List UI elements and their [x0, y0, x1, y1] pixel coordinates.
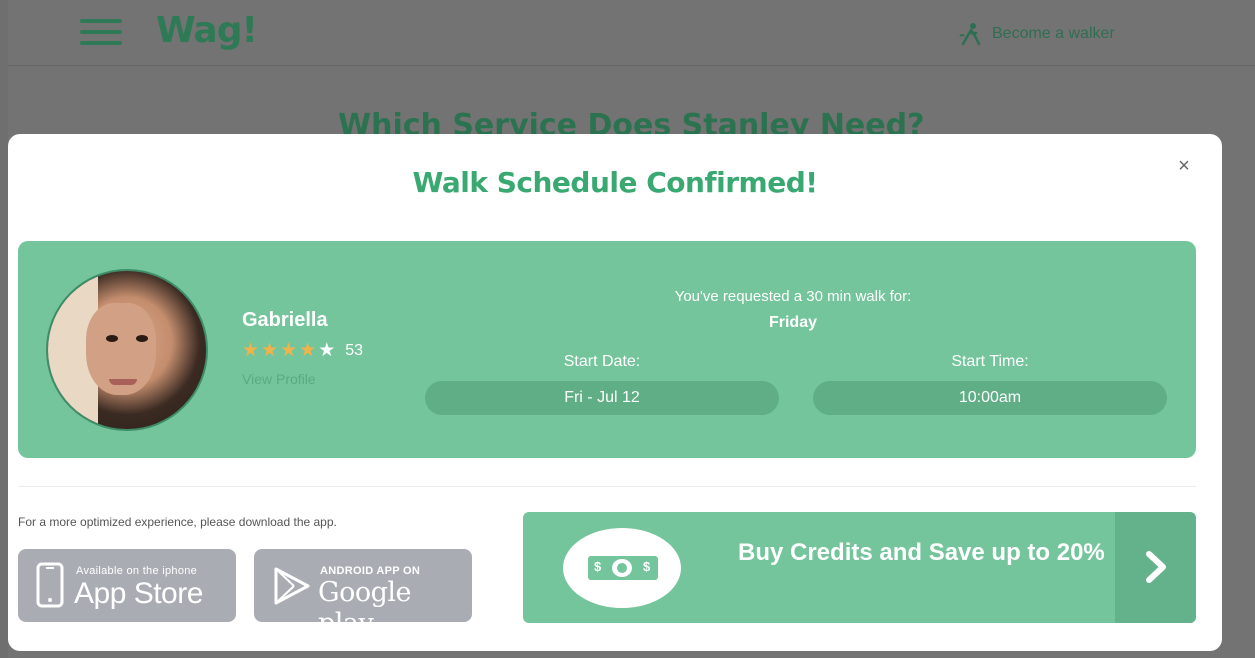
app-store-button[interactable]: Available on the iphone App Store	[18, 549, 236, 622]
star-icon: ★	[242, 340, 260, 361]
star-icon: ★	[261, 340, 279, 361]
google-play-big-text: Google play	[318, 577, 411, 639]
app-store-small-text: Available on the iphone	[76, 565, 198, 577]
modal-title: Walk Schedule Confirmed!	[412, 166, 818, 199]
request-text: You've requested a 30 min walk for:	[674, 288, 912, 305]
become-walker-link[interactable]: Become a walker	[958, 22, 1115, 46]
walk-confirmed-modal: × Walk Schedule Confirmed! Gabriella ★ ★…	[8, 134, 1222, 651]
buy-credits-text: Buy Credits and Save up to 20%	[738, 539, 1105, 566]
review-count: 53	[345, 342, 364, 359]
walker-card: Gabriella ★ ★ ★ ★ ★ 53 View Profile You'…	[18, 241, 1196, 458]
star-icon: ★	[299, 340, 317, 361]
buy-credits-arrow[interactable]	[1115, 512, 1196, 623]
star-icon: ★	[318, 340, 336, 361]
play-triangle-icon	[274, 567, 310, 605]
walker-avatar[interactable]	[46, 269, 208, 431]
star-icon: ★	[280, 340, 298, 361]
google-play-small-text: ANDROID APP ON	[320, 565, 421, 577]
download-prompt: For a more optimized experience, please …	[18, 515, 337, 529]
header-divider	[8, 65, 1255, 66]
rating-stars: ★ ★ ★ ★ ★ 53	[242, 341, 363, 361]
wag-logo[interactable]: Wag!	[156, 10, 258, 51]
site-header: Wag! Become a walker	[8, 0, 1255, 65]
walker-icon	[959, 23, 981, 46]
google-play-button[interactable]: ANDROID APP ON Google play	[254, 549, 472, 639]
become-walker-label: Become a walker	[992, 25, 1115, 42]
start-date-label: Start Date:	[563, 353, 641, 370]
section-divider	[18, 486, 1196, 487]
request-day: Friday	[768, 314, 817, 331]
buy-credits-banner[interactable]: $ $ Buy Credits and Save up to 20%	[523, 512, 1196, 623]
start-time-field[interactable]: 10:00am	[813, 381, 1167, 415]
walker-name: Gabriella	[242, 309, 328, 331]
bill-icon: $ $	[588, 556, 658, 580]
iphone-icon	[36, 562, 64, 608]
start-date-field[interactable]: Fri - Jul 12	[425, 381, 779, 415]
app-store-big-text: App Store	[74, 577, 203, 610]
view-profile-link[interactable]: View Profile	[242, 371, 316, 387]
start-time-label: Start Time:	[951, 353, 1029, 370]
hamburger-menu-icon[interactable]	[80, 19, 126, 45]
chevron-right-icon	[1146, 551, 1166, 583]
